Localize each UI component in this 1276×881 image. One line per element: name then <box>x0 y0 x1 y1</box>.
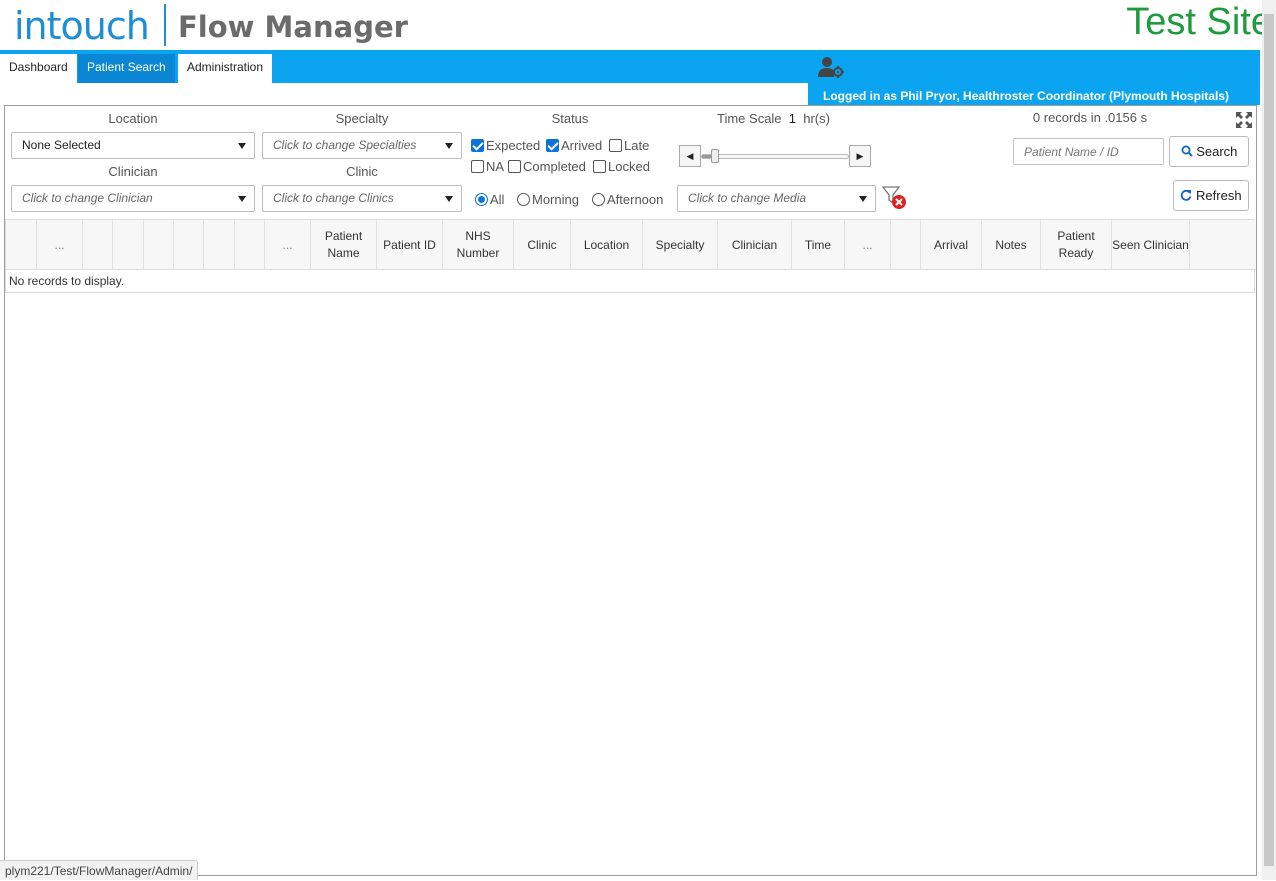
slider-decrease-button[interactable]: ◀ <box>679 145 701 167</box>
clinician-dropdown[interactable]: Click to change Clinician <box>11 185 255 212</box>
search-button[interactable]: Search <box>1169 136 1249 167</box>
slider-thumb[interactable] <box>711 149 719 163</box>
chevron-down-icon <box>238 196 246 202</box>
product-title: Flow Manager <box>178 10 408 44</box>
time-morning-radio[interactable]: Morning <box>517 192 579 207</box>
empty-grid-message: No records to display. <box>9 274 125 288</box>
status-arrived-checkbox[interactable]: Arrived <box>546 138 602 153</box>
tab-patient-search[interactable]: Patient Search <box>78 54 175 83</box>
flow-manager-panel: Location None Selected Specialty Click t… <box>4 105 1257 876</box>
slider-increase-button[interactable]: ▶ <box>849 145 871 167</box>
media-dropdown[interactable]: Click to change Media <box>677 185 876 212</box>
grid-column-seen-clinician[interactable]: Seen Clinician <box>1112 220 1190 270</box>
status-na-checkbox[interactable]: NA <box>471 159 504 174</box>
grid-column-header[interactable] <box>6 220 37 270</box>
grid-column-header[interactable] <box>113 220 144 270</box>
clinician-label: Clinician <box>108 164 158 179</box>
grid-column-header[interactable] <box>174 220 204 270</box>
grid-column-arrival[interactable]: Arrival <box>921 220 982 270</box>
slider-track[interactable] <box>701 154 849 159</box>
specialty-label: Specialty <box>335 111 389 126</box>
grid-column-location[interactable]: Location <box>571 220 643 270</box>
chevron-down-icon <box>445 143 453 149</box>
grid-column-nhs-number[interactable]: NHS Number <box>443 220 514 270</box>
grid-column-header[interactable] <box>235 220 265 270</box>
chevron-down-icon <box>859 196 867 202</box>
user-panel: Logged in as Phil Pryor, Healthroster Co… <box>808 50 1260 105</box>
time-scale-label: Time Scale 1 hr(s) <box>717 111 830 126</box>
chevron-down-icon <box>238 143 246 149</box>
chevron-down-icon <box>445 196 453 202</box>
grid-column-clinician[interactable]: Clinician <box>718 220 792 270</box>
intouch-logo: intouch <box>14 4 150 48</box>
grid-column-patient-ready[interactable]: Patient Ready <box>1041 220 1112 270</box>
app-header: intouch Flow Manager <box>0 0 1262 50</box>
grid-column-header[interactable] <box>204 220 235 270</box>
scrollbar-thumb[interactable] <box>1264 14 1274 866</box>
records-info: 0 records in .0156 s <box>1032 110 1148 125</box>
time-scale-value: 1 <box>788 111 797 126</box>
search-icon <box>1181 145 1193 157</box>
site-label: Test Site <box>1126 1 1272 43</box>
grid-column-specialty[interactable]: Specialty <box>643 220 718 270</box>
time-scale-slider[interactable]: ◀ ▶ <box>679 145 871 168</box>
location-label: Location <box>108 111 158 126</box>
grid-column-header[interactable] <box>144 220 174 270</box>
grid-header: ... ... Patient Name Patient ID NHS Numb… <box>6 220 1256 270</box>
grid-column-patient-name[interactable]: Patient Name <box>311 220 377 270</box>
grid-column-time[interactable]: Time <box>792 220 845 270</box>
specialty-dropdown[interactable]: Click to change Specialties <box>262 132 462 159</box>
clinic-label: Clinic <box>346 164 378 179</box>
grid-column-header[interactable]: ... <box>37 220 83 270</box>
status-expected-checkbox[interactable]: Expected <box>471 138 540 153</box>
page-scrollbar[interactable] <box>1262 0 1276 880</box>
time-all-radio[interactable]: All <box>475 192 504 207</box>
grid-column-header[interactable]: ... <box>845 220 891 270</box>
status-completed-checkbox[interactable]: Completed <box>508 159 586 174</box>
grid-column-patient-id[interactable]: Patient ID <box>377 220 443 270</box>
patient-search-input[interactable] <box>1013 138 1164 165</box>
status-label: Status <box>551 111 589 126</box>
logged-in-user: Logged in as Phil Pryor, Healthroster Co… <box>823 89 1230 103</box>
refresh-button[interactable]: Refresh <box>1173 180 1249 211</box>
tab-administration[interactable]: Administration <box>178 54 273 83</box>
grid-column-clinic[interactable]: Clinic <box>514 220 571 270</box>
clinic-dropdown[interactable]: Click to change Clinics <box>262 185 462 212</box>
grid-column-notes[interactable]: Notes <box>982 220 1041 270</box>
refresh-icon <box>1181 189 1192 201</box>
status-locked-checkbox[interactable]: Locked <box>593 159 650 174</box>
grid-column-header[interactable] <box>83 220 113 270</box>
expand-icon[interactable] <box>1235 111 1253 129</box>
grid-column-header[interactable] <box>891 220 921 270</box>
user-settings-icon[interactable] <box>818 56 844 78</box>
time-afternoon-radio[interactable]: Afternoon <box>592 192 663 207</box>
grid-column-header[interactable] <box>1190 220 1220 270</box>
location-dropdown[interactable]: None Selected <box>11 132 255 159</box>
logo-divider <box>164 4 166 46</box>
status-late-checkbox[interactable]: Late <box>609 138 649 153</box>
clear-filter-icon[interactable] <box>882 186 908 210</box>
grid-column-header[interactable]: ... <box>265 220 311 270</box>
browser-status-bar: plym221/Test/FlowManager/Admin/ <box>0 860 199 880</box>
tab-dashboard[interactable]: Dashboard <box>0 54 77 83</box>
appointments-grid: ... ... Patient Name Patient ID NHS Numb… <box>5 219 1256 293</box>
